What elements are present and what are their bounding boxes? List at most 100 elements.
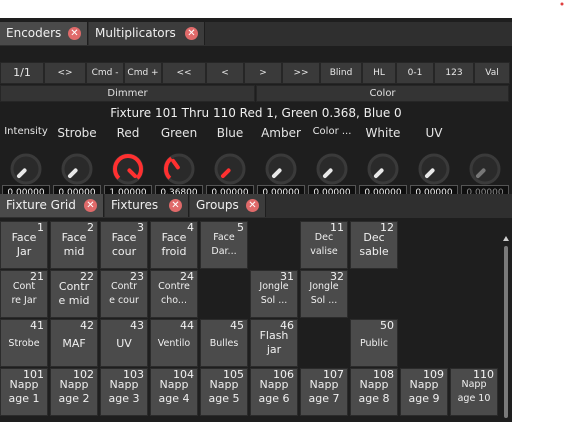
channel-label: Green bbox=[160, 126, 198, 140]
fixture-label: Napp age 2 bbox=[58, 378, 90, 405]
blind-button[interactable]: Blind bbox=[320, 62, 362, 84]
channel-label: White bbox=[365, 126, 401, 140]
fixture-label: Contre cho... bbox=[158, 281, 190, 306]
fixture-cell[interactable]: 32 Jongle Sol ... bbox=[300, 270, 348, 318]
value-button[interactable]: Val bbox=[474, 62, 510, 84]
fixture-cell[interactable]: 22 Contr e mid bbox=[50, 270, 98, 318]
fixture-cell[interactable]: 4 Face froid bbox=[150, 221, 198, 269]
encoder-knob[interactable] bbox=[416, 151, 452, 187]
close-icon[interactable]: ✕ bbox=[68, 27, 81, 40]
range-button[interactable]: 0-1 bbox=[396, 62, 434, 84]
fixture-cell[interactable]: 45 Bulles bbox=[200, 319, 248, 367]
tab-encoders[interactable]: Encoders ✕ bbox=[0, 22, 88, 45]
fixture-label: Napp age 7 bbox=[308, 378, 340, 405]
fixture-cell[interactable]: 3 Face cour bbox=[100, 221, 148, 269]
fixture-cell[interactable]: 104 Napp age 4 bbox=[150, 368, 198, 416]
fixture-cell[interactable]: 2 Face mid bbox=[50, 221, 98, 269]
fixture-cell[interactable]: 44 Ventilo bbox=[150, 319, 198, 367]
fixture-label: Bulles bbox=[209, 338, 239, 349]
numeric-button[interactable]: 123 bbox=[434, 62, 474, 84]
fixture-label: Flash jar bbox=[259, 329, 289, 356]
fixture-label: Jongle Sol ... bbox=[309, 281, 339, 306]
encoder-knob[interactable] bbox=[110, 151, 146, 187]
fixture-label: MAF bbox=[62, 337, 86, 350]
fixture-cell[interactable]: 102 Napp age 2 bbox=[50, 368, 98, 416]
fixture-cell[interactable]: 24 Contre cho... bbox=[150, 270, 198, 318]
fixture-label: Face froid bbox=[161, 231, 187, 258]
close-icon[interactable]: ✕ bbox=[84, 199, 97, 212]
encoder-knob[interactable] bbox=[467, 151, 503, 187]
tab-fixtures-label: Fixtures bbox=[111, 198, 159, 212]
fixture-cell[interactable]: 42 MAF bbox=[50, 319, 98, 367]
close-icon[interactable]: ✕ bbox=[246, 199, 259, 212]
cmd-plus-button[interactable]: Cmd + bbox=[124, 62, 162, 84]
fixture-label: Napp age 1 bbox=[8, 378, 40, 405]
page-indicator: 1/1 bbox=[0, 62, 44, 84]
tab-fixture-grid[interactable]: Fixture Grid ✕ bbox=[0, 194, 104, 217]
encoder-knob[interactable] bbox=[59, 151, 95, 187]
fixture-cell[interactable]: 105 Napp age 5 bbox=[200, 368, 248, 416]
fixture-label: Napp age 10 bbox=[457, 379, 491, 404]
fixture-cell[interactable]: 5 Face Dar... bbox=[200, 221, 248, 269]
close-icon[interactable]: ✕ bbox=[169, 199, 182, 212]
fixture-cell[interactable]: 101 Napp age 1 bbox=[0, 368, 48, 416]
fixture-cell[interactable]: 103 Napp age 3 bbox=[100, 368, 148, 416]
bottom-tab-bar: Fixture Grid ✕ Fixtures ✕ Groups ✕ bbox=[0, 194, 512, 218]
fixture-label: Contr e mid bbox=[58, 280, 90, 307]
fixture-cell[interactable]: 41 Strobe bbox=[0, 319, 48, 367]
fixture-cell[interactable]: 12 Dec sable bbox=[350, 221, 398, 269]
encoder-knob[interactable] bbox=[8, 151, 44, 187]
fixture-label: UV bbox=[116, 337, 132, 350]
grid-scrollbar[interactable] bbox=[502, 236, 510, 420]
close-icon[interactable]: ✕ bbox=[185, 27, 198, 40]
tab-groups[interactable]: Groups ✕ bbox=[190, 194, 266, 217]
encoder-knob[interactable] bbox=[212, 151, 248, 187]
fixture-label: Jongle Sol ... bbox=[259, 281, 289, 306]
fixture-label: Napp age 8 bbox=[358, 378, 390, 405]
fixture-label: Napp age 4 bbox=[158, 378, 190, 405]
fixture-cell[interactable]: 31 Jongle Sol ... bbox=[250, 270, 298, 318]
fixture-cell[interactable]: 23 Contr e cour bbox=[100, 270, 148, 318]
scrollbar-thumb[interactable] bbox=[504, 246, 508, 418]
tab-fixtures[interactable]: Fixtures ✕ bbox=[105, 194, 189, 217]
encoder-knob[interactable] bbox=[365, 151, 401, 187]
page-next-button[interactable]: > bbox=[244, 62, 282, 84]
swap-button[interactable]: <> bbox=[44, 62, 86, 84]
fixture-cell[interactable]: 109 Napp age 9 bbox=[400, 368, 448, 416]
fixture-label: Dec sable bbox=[359, 231, 389, 258]
fixture-cell[interactable]: 46 Flash jar bbox=[250, 319, 298, 367]
encoder-knob[interactable] bbox=[161, 151, 197, 187]
fixture-cell[interactable]: 50 Public bbox=[350, 319, 398, 367]
page-last-button[interactable]: >> bbox=[282, 62, 320, 84]
fixture-label: Face mid bbox=[61, 231, 87, 258]
fixture-cell[interactable]: 43 UV bbox=[100, 319, 148, 367]
encoder-knob[interactable] bbox=[314, 151, 350, 187]
group-color[interactable]: Color bbox=[256, 85, 509, 102]
fixture-cell[interactable]: 106 Napp age 6 bbox=[250, 368, 298, 416]
fixture-label: Face Jar bbox=[11, 231, 37, 258]
channel-label: Color ... bbox=[312, 126, 352, 137]
fixture-cell[interactable]: 108 Napp age 8 bbox=[350, 368, 398, 416]
fixture-number: 41 bbox=[30, 319, 44, 332]
fixture-label: Napp age 9 bbox=[408, 378, 440, 405]
group-dimmer[interactable]: Dimmer bbox=[0, 85, 255, 102]
scroll-up-icon[interactable] bbox=[503, 236, 509, 241]
fixture-label: Napp age 3 bbox=[108, 378, 140, 405]
fixture-cell[interactable]: 21 Cont re Jar bbox=[0, 270, 48, 318]
page-prev-button[interactable]: < bbox=[206, 62, 244, 84]
fixture-number: 45 bbox=[230, 319, 244, 332]
fixture-cell[interactable]: 110 Napp age 10 bbox=[450, 368, 498, 416]
cmd-minus-button[interactable]: Cmd - bbox=[86, 62, 124, 84]
highlight-button[interactable]: HL bbox=[362, 62, 396, 84]
tab-multiplicators-label: Multiplicators bbox=[95, 26, 176, 40]
fixture-cell[interactable]: 107 Napp age 7 bbox=[300, 368, 348, 416]
tab-multiplicators[interactable]: Multiplicators ✕ bbox=[89, 22, 205, 45]
fixture-cell[interactable]: 11 Dec valise bbox=[300, 221, 348, 269]
fixture-label: Contr e cour bbox=[109, 281, 139, 306]
fixture-label: Cont re Jar bbox=[11, 281, 37, 306]
top-tab-bar: Encoders ✕ Multiplicators ✕ bbox=[0, 22, 512, 46]
encoder-knob[interactable] bbox=[263, 151, 299, 187]
tab-encoders-label: Encoders bbox=[6, 26, 62, 40]
page-first-button[interactable]: << bbox=[162, 62, 206, 84]
fixture-cell[interactable]: 1 Face Jar bbox=[0, 221, 48, 269]
